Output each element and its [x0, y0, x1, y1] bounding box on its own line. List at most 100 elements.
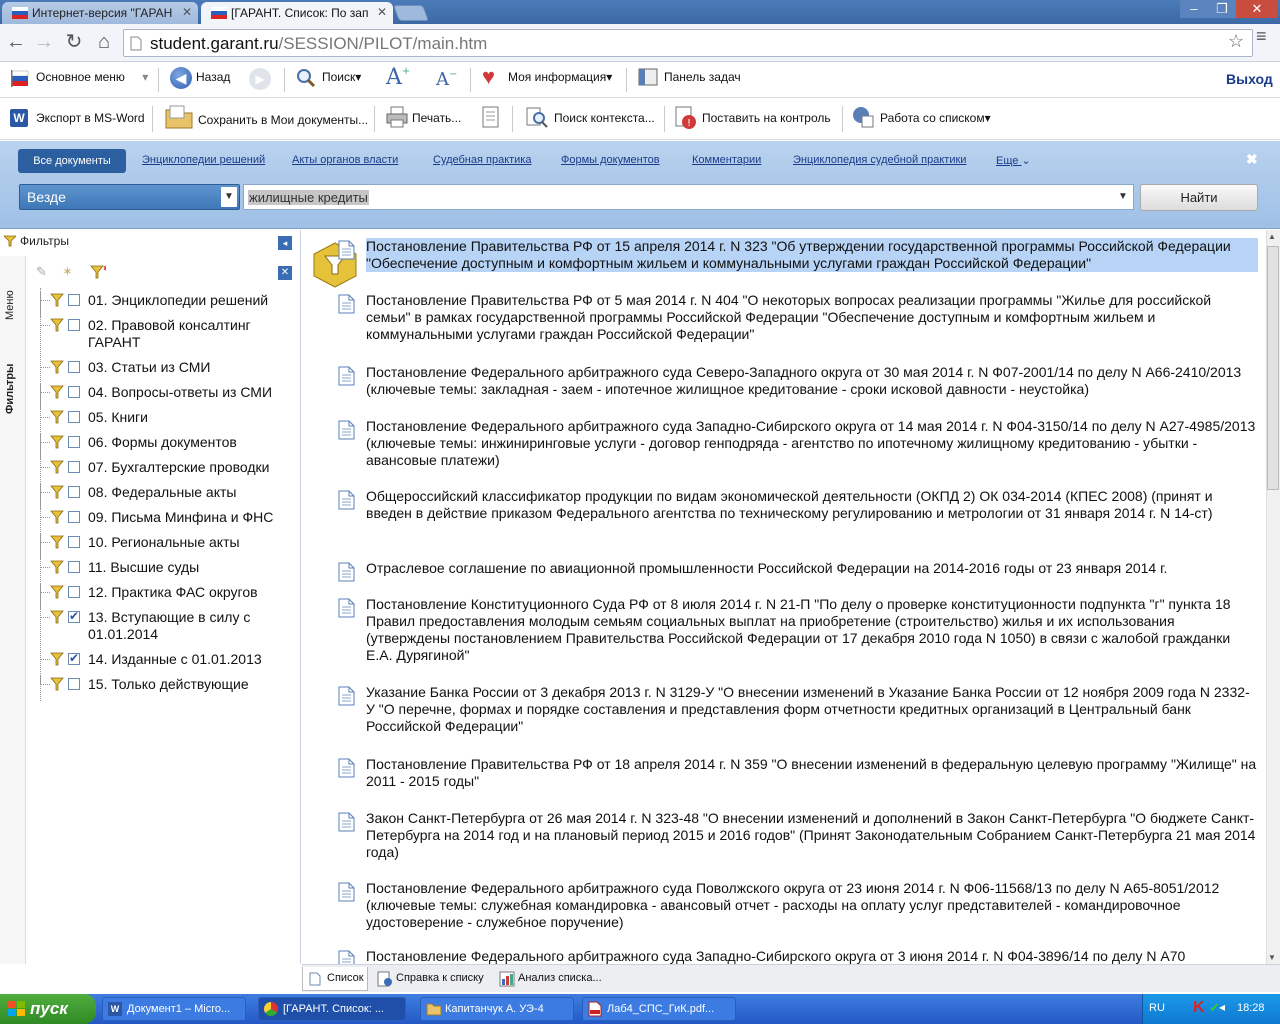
tab-court-practice[interactable]: Судебная практика [433, 154, 531, 166]
url-bar[interactable]: student.garant.ru/SESSION/PILOT/main.htm [123, 29, 1253, 57]
tab-comments[interactable]: Комментарии [692, 154, 761, 166]
filter-item[interactable]: 12. Практика ФАС округов [36, 584, 298, 609]
filter-checkbox[interactable] [68, 511, 80, 523]
document-title[interactable]: Общероссийский классификатор продукции п… [366, 488, 1258, 522]
language-indicator[interactable]: RU [1149, 1002, 1165, 1014]
filter-checkbox[interactable] [68, 608, 80, 625]
browser-tab-2[interactable]: [ГАРАНТ. Список: По зап ✕ [201, 2, 393, 24]
close-tab-2-icon[interactable]: ✕ [377, 5, 387, 19]
tab-list-reference[interactable]: Справка к списку [372, 967, 492, 991]
minimize-window-icon[interactable]: – [1180, 0, 1208, 18]
task-folder[interactable]: Капитанчук А. УЭ-4 [420, 997, 574, 1021]
filter-item[interactable]: 06. Формы документов [36, 434, 298, 459]
home-icon[interactable]: ⌂ [92, 30, 116, 54]
forward-arrow-icon[interactable]: → [32, 30, 56, 54]
filter-item[interactable]: 07. Бухгалтерские проводки [36, 459, 298, 484]
filter-checkbox[interactable] [68, 294, 80, 306]
document-title[interactable]: Постановление Федерального арбитражного … [366, 418, 1258, 469]
task-word-document[interactable]: W Документ1 – Micro... [102, 997, 246, 1021]
remove-filter-icon[interactable]: ✶ [62, 264, 78, 280]
maximize-window-icon[interactable]: ❐ [1208, 0, 1236, 18]
filter-item[interactable]: 04. Вопросы-ответы из СМИ [36, 384, 298, 409]
context-search-button[interactable]: Поиск контекста... [526, 107, 655, 128]
filter-checkbox[interactable] [68, 436, 80, 448]
add-filter-icon[interactable]: ✱ [90, 264, 106, 280]
document-title[interactable]: Отраслевое соглашение по авиационной про… [366, 560, 1258, 577]
task-pdf[interactable]: Лаб4_СПС_ГиК.pdf... [582, 997, 736, 1021]
filter-item[interactable]: 14. Изданные с 01.01.2013 [36, 650, 298, 676]
filter-item[interactable]: 02. Правовой консалтинг ГАРАНТ [36, 317, 298, 350]
chevron-down-icon[interactable]: ▼ [1115, 187, 1131, 207]
find-button[interactable]: Найти [1140, 184, 1258, 211]
filter-checkbox[interactable] [68, 386, 80, 398]
close-tab-1-icon[interactable]: ✕ [182, 5, 192, 19]
task-garant-browser[interactable]: [ГАРАНТ. Список: ... [258, 997, 406, 1021]
tab-encyclopedia-solutions[interactable]: Энциклопедии решений [142, 154, 265, 166]
close-window-icon[interactable]: ✕ [1236, 0, 1278, 18]
tab-more[interactable]: Еще ⌄ [996, 154, 1031, 167]
volume-icon[interactable]: ◂ [1219, 1000, 1225, 1014]
preview-icon[interactable] [480, 106, 502, 130]
put-on-control-button[interactable]: ! Поставить на контроль [674, 106, 831, 129]
filter-item[interactable]: 03. Статьи из СМИ [36, 359, 298, 384]
filter-item[interactable]: 13. Вступающие в силу с 01.01.2014 [36, 608, 298, 642]
close-filters-icon[interactable]: ✕ [278, 266, 292, 280]
filter-checkbox[interactable] [68, 319, 80, 331]
filter-checkbox[interactable] [68, 586, 80, 598]
document-title[interactable]: Постановление Федерального арбитражного … [366, 880, 1258, 931]
list-work-button[interactable]: Работа со списком▾ [852, 107, 991, 128]
tab-court-practice-encyclopedia[interactable]: Энциклопедия судебной практики [793, 154, 966, 166]
filter-checkbox[interactable] [68, 561, 80, 573]
start-button[interactable]: пуск [0, 994, 96, 1024]
collapse-panel-icon[interactable]: ◂ [278, 236, 292, 250]
tab-government-acts[interactable]: Акты органов власти [292, 154, 398, 166]
browser-menu-icon[interactable]: ≡ [1256, 27, 1270, 45]
document-title[interactable]: Постановление Конституционного Суда РФ о… [366, 596, 1258, 664]
browser-tab-1[interactable]: Интернет-версия "ГАРАН ✕ [2, 2, 198, 24]
filter-item[interactable]: 10. Региональные акты [36, 534, 298, 559]
filter-checkbox[interactable] [68, 650, 80, 667]
tab-list[interactable]: Список [302, 967, 368, 991]
document-title[interactable]: Указание Банка России от 3 декабря 2013 … [366, 684, 1258, 735]
document-title[interactable]: Постановление Правительства РФ от 18 апр… [366, 756, 1258, 790]
decrease-font-icon[interactable]: A− [436, 69, 457, 90]
filter-item[interactable]: 01. Энциклопедии решений [36, 292, 298, 317]
my-info-button[interactable]: ♥ Моя информация▾ [482, 64, 612, 89]
bookmark-star-icon[interactable]: ☆ [1228, 31, 1244, 52]
main-menu-button[interactable]: Основное меню ▾ [10, 70, 148, 87]
search-scope-select[interactable]: Везде ▼ [19, 184, 240, 210]
filter-checkbox[interactable] [68, 461, 80, 473]
print-button[interactable]: Печать... [386, 106, 461, 128]
document-title[interactable]: Постановление Федерального арбитражного … [366, 948, 1258, 964]
search-query-input[interactable]: жилищные кредиты ▼ [243, 184, 1134, 210]
filter-item[interactable]: 09. Письма Минфина и ФНС [36, 509, 298, 534]
export-word-button[interactable]: W Экспорт в MS-Word [10, 109, 145, 127]
filter-item[interactable]: 08. Федеральные акты [36, 484, 298, 509]
tab-document-forms[interactable]: Формы документов [561, 154, 660, 166]
new-tab-button[interactable] [393, 5, 429, 21]
edit-filter-icon[interactable]: ✎ [36, 264, 52, 280]
document-title[interactable]: Постановление Правительства РФ от 5 мая … [366, 292, 1258, 343]
tab-all-documents[interactable]: Все документы [18, 149, 126, 173]
scroll-up-icon[interactable]: ▲ [1268, 232, 1276, 241]
filter-item[interactable]: 15. Только действующие [36, 676, 298, 701]
increase-font-icon[interactable]: A+ [386, 65, 410, 90]
forward-circle-icon[interactable]: ▶ [249, 68, 271, 90]
scroll-down-icon[interactable]: ▼ [1268, 953, 1276, 962]
back-arrow-icon[interactable]: ← [4, 30, 28, 54]
save-my-docs-button[interactable]: Сохранить в Мои документы... [164, 105, 368, 129]
filter-checkbox[interactable] [68, 536, 80, 548]
close-search-panel-icon[interactable]: ✖ [1246, 151, 1258, 168]
filter-item[interactable]: 05. Книги [36, 409, 298, 434]
vtab-filters[interactable]: Фильтры [4, 344, 16, 414]
document-title[interactable]: Закон Санкт-Петербурга от 26 мая 2014 г.… [366, 810, 1258, 861]
filter-checkbox[interactable] [68, 486, 80, 498]
search-menu-button[interactable]: Поиск▾ [296, 69, 361, 88]
back-button[interactable]: ◀ Назад [170, 67, 230, 89]
filter-checkbox[interactable] [68, 361, 80, 373]
scrollbar-thumb[interactable] [1267, 246, 1279, 490]
document-title[interactable]: Постановление Федерального арбитражного … [366, 364, 1258, 398]
document-title[interactable]: Постановление Правительства РФ от 15 апр… [366, 238, 1258, 272]
tab-list-analysis[interactable]: Анализ списка... [494, 967, 610, 991]
filter-checkbox[interactable] [68, 411, 80, 423]
